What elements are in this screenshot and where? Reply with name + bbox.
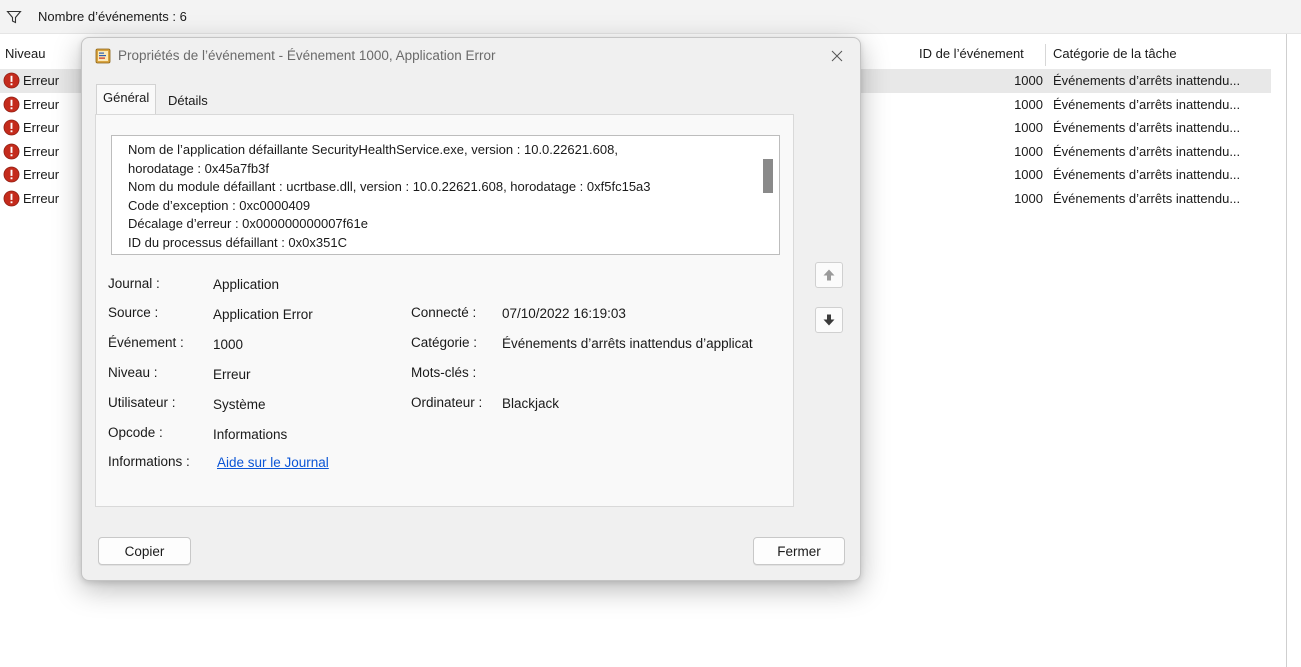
list-scrollbar-edge <box>1286 34 1287 667</box>
error-icon <box>3 190 20 207</box>
general-tab-panel: Nom de l’application défaillante Securit… <box>95 114 794 507</box>
arrow-up-icon <box>823 269 835 281</box>
error-icon <box>3 166 20 183</box>
row-category: Événements d’arrêts inattendu... <box>1053 190 1241 206</box>
level-label: Niveau : <box>108 365 158 380</box>
row-level: Erreur <box>23 96 60 112</box>
column-event-id[interactable]: ID de l’événement <box>919 46 1024 61</box>
opcode-label: Opcode : <box>108 425 163 440</box>
row-level: Erreur <box>23 120 60 136</box>
logged-label: Connecté : <box>411 305 477 320</box>
logged-value: 07/10/2022 16:19:03 <box>502 306 626 321</box>
row-event-id: 1000 <box>1014 73 1043 88</box>
copy-button[interactable]: Copier <box>98 537 191 565</box>
event-description-text[interactable]: Nom de l’application défaillante Securit… <box>128 141 760 252</box>
column-level[interactable]: Niveau <box>5 46 45 61</box>
row-category: Événements d’arrêts inattendu... <box>1053 143 1241 159</box>
column-task-category[interactable]: Catégorie de la tâche <box>1053 46 1177 61</box>
dialog-titlebar[interactable]: Propriétés de l’événement - Événement 10… <box>82 38 860 74</box>
event-properties-dialog: Propriétés de l’événement - Événement 10… <box>81 37 861 581</box>
category-label: Catégorie : <box>411 335 478 350</box>
next-event-button[interactable] <box>815 307 843 333</box>
tab-general[interactable]: Général <box>96 84 157 114</box>
info-label: Informations : <box>108 454 190 469</box>
event-viewer-app-icon <box>95 48 111 64</box>
row-level: Erreur <box>23 143 60 159</box>
row-level: Erreur <box>23 190 60 206</box>
description-scrollbar[interactable] <box>757 136 779 254</box>
row-event-id: 1000 <box>1014 190 1043 206</box>
previous-event-button[interactable] <box>815 262 843 288</box>
help-link[interactable]: Aide sur le Journal <box>217 455 329 470</box>
user-value: Système <box>213 397 266 412</box>
column-separator[interactable] <box>1045 44 1046 66</box>
row-category: Événements d’arrêts inattendu... <box>1053 120 1241 136</box>
row-category: Événements d’arrêts inattendu... <box>1053 96 1241 112</box>
source-label: Source : <box>108 305 159 320</box>
row-level: Erreur <box>23 73 60 88</box>
computer-label: Ordinateur : <box>411 395 483 410</box>
error-icon <box>3 143 20 160</box>
error-icon <box>3 96 20 113</box>
filter-bar: Nombre d’événements : 6 <box>0 0 1301 34</box>
arrow-down-icon <box>823 314 835 326</box>
event-value: 1000 <box>213 337 244 352</box>
tab-details[interactable]: Détails <box>162 88 214 114</box>
journal-label: Journal : <box>108 276 160 291</box>
level-value: Erreur <box>213 367 251 382</box>
keywords-label: Mots-clés : <box>411 365 477 380</box>
category-value: Événements d’arrêts inattendus d’applica… <box>502 336 753 351</box>
error-icon <box>3 72 20 89</box>
funnel-icon[interactable] <box>6 9 22 25</box>
event-count: Nombre d’événements : 6 <box>38 9 187 24</box>
row-category: Événements d’arrêts inattendu... <box>1053 167 1241 183</box>
event-label: Événement : <box>108 335 184 350</box>
close-button[interactable]: Fermer <box>753 537 845 565</box>
close-icon[interactable] <box>824 44 850 68</box>
row-event-id: 1000 <box>1014 143 1043 159</box>
row-level: Erreur <box>23 167 60 183</box>
row-event-id: 1000 <box>1014 120 1043 136</box>
dialog-title: Propriétés de l’événement - Événement 10… <box>118 48 496 63</box>
row-event-id: 1000 <box>1014 96 1043 112</box>
row-event-id: 1000 <box>1014 167 1043 183</box>
computer-value: Blackjack <box>502 396 560 411</box>
opcode-value: Informations <box>213 427 288 442</box>
user-label: Utilisateur : <box>108 395 176 410</box>
row-category: Événements d’arrêts inattendu... <box>1053 73 1241 88</box>
scrollbar-thumb[interactable] <box>763 159 773 193</box>
journal-value: Application <box>213 277 280 292</box>
event-description-box[interactable]: Nom de l’application défaillante Securit… <box>111 135 780 255</box>
source-value: Application Error <box>213 307 313 322</box>
error-icon <box>3 119 20 136</box>
